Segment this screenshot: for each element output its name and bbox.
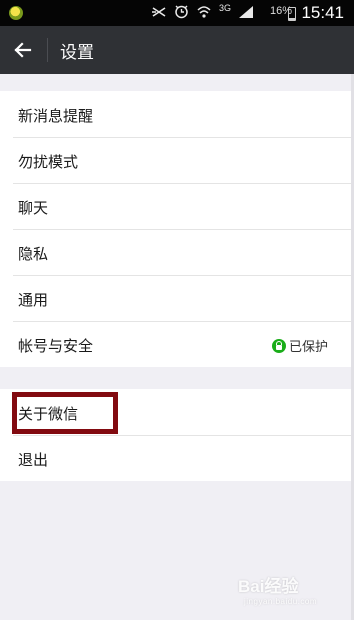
- watermark-url: jingyan.baidu.com: [244, 597, 317, 606]
- status-bar: 3G 16% 15:41: [0, 0, 354, 26]
- settings-item-label: 关于微信: [18, 405, 79, 423]
- settings-item-chat[interactable]: 聊天: [0, 183, 354, 230]
- signal-icon: [238, 5, 254, 22]
- settings-group-secondary: 关于微信 退出: [0, 389, 354, 481]
- battery-icon: [288, 7, 296, 21]
- settings-item-label: 退出: [18, 451, 49, 469]
- settings-item-general[interactable]: 通用: [0, 275, 354, 322]
- settings-item-label: 聊天: [18, 199, 49, 217]
- settings-item-privacy[interactable]: 隐私: [0, 229, 354, 276]
- settings-item-do-not-disturb[interactable]: 勿扰模式: [0, 137, 354, 184]
- network-type: 3G: [218, 3, 231, 13]
- settings-group-main: 新消息提醒 勿扰模式 聊天 隐私 通用 帐号与安全 已保护: [0, 91, 354, 367]
- settings-item-label: 新消息提醒: [18, 107, 94, 125]
- muted-icon: [151, 5, 167, 22]
- settings-item-label: 隐私: [18, 245, 49, 263]
- lock-icon: [271, 338, 286, 353]
- protection-status: 已保护: [271, 336, 328, 355]
- back-arrow-icon[interactable]: [10, 37, 36, 63]
- watermark: Bai经验 jingyan.baidu.com: [238, 572, 317, 606]
- status-icons: 3G: [151, 3, 254, 23]
- alarm-icon: [174, 4, 189, 22]
- settings-item-notifications[interactable]: 新消息提醒: [0, 91, 354, 138]
- protection-status-label: 已保护: [288, 340, 328, 355]
- header-divider: [47, 38, 48, 62]
- clock: 15:41: [301, 3, 344, 22]
- header-bar: 设置: [0, 26, 354, 74]
- wifi-icon: [196, 5, 212, 22]
- page-title: 设置: [60, 43, 94, 63]
- settings-item-label: 帐号与安全: [18, 337, 94, 355]
- settings-item-about-wechat[interactable]: 关于微信: [0, 389, 354, 436]
- settings-item-account-security[interactable]: 帐号与安全 已保护: [0, 321, 354, 367]
- watermark-logo: Bai经验: [238, 577, 299, 596]
- settings-item-label: 勿扰模式: [18, 153, 79, 171]
- settings-item-label: 通用: [18, 291, 49, 309]
- settings-item-logout[interactable]: 退出: [0, 435, 354, 481]
- wechat-notification-icon: [9, 6, 23, 20]
